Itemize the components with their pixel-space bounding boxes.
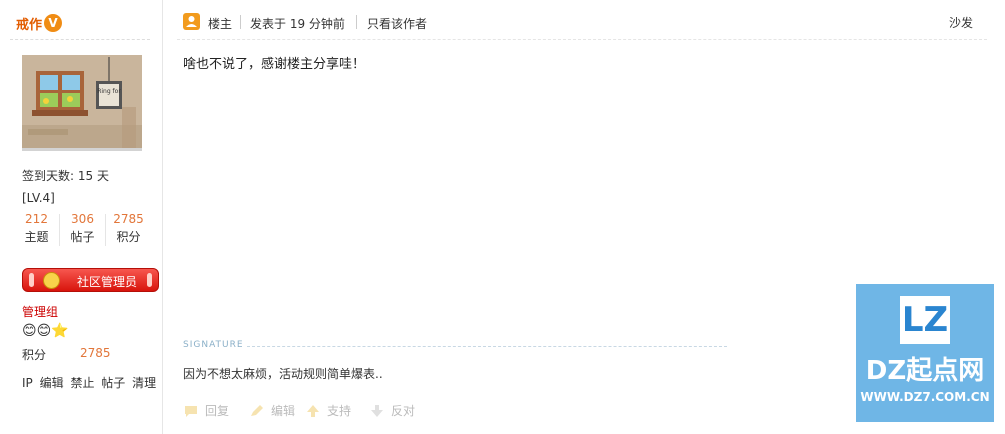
signature-text: 因为不想太麻烦，活动规则简单爆表..: [183, 367, 383, 381]
stat-threads[interactable]: 212 主题: [14, 212, 59, 245]
stat-value: 306: [71, 212, 94, 226]
admin-link-edit[interactable]: 编辑: [40, 376, 64, 390]
floor-number[interactable]: 沙发: [949, 14, 973, 31]
avatar-sign-text: Ring for: [97, 88, 121, 95]
stat-value: 212: [25, 212, 48, 226]
post-time: 发表于 19 分钟前: [250, 17, 345, 31]
divider: [247, 346, 727, 347]
admin-button-label: 社区管理员: [77, 275, 138, 289]
watermark-logo: LZ: [900, 296, 950, 344]
user-group[interactable]: 管理组: [22, 303, 58, 320]
admin-link-posts[interactable]: 帖子: [101, 376, 125, 390]
owner-label: 楼主: [208, 17, 233, 31]
user-stats: 212 主题 306 帖子 2785 积分: [14, 212, 150, 248]
reply-label: 回复: [205, 404, 230, 418]
thumb-up-icon: [305, 404, 321, 418]
signature-heading: SIGNATURE: [183, 340, 244, 350]
rank-stars-icon: 😊😊⭐: [22, 323, 69, 339]
community-admin-button[interactable]: 社区管理员: [22, 268, 159, 292]
stat-label: 积分: [116, 230, 141, 244]
divider: [177, 39, 987, 40]
watermark-url: WWW.DZ7.COM.CN: [860, 390, 990, 404]
checkin-days: 签到天数: 15 天: [22, 169, 109, 183]
stat-points[interactable]: 2785 积分: [106, 212, 151, 245]
avatar-illustration: Ring for: [22, 55, 142, 148]
reply-button[interactable]: 回复: [183, 402, 229, 419]
crown-icon: [43, 272, 60, 289]
stat-label: 主题: [24, 230, 49, 244]
support-label: 支持: [327, 404, 352, 418]
only-author-link[interactable]: 只看该作者: [367, 15, 427, 32]
verified-icon: V: [44, 14, 62, 32]
admin-link-clean[interactable]: 清理: [132, 376, 156, 390]
user-level: [LV.4]: [22, 191, 55, 205]
post-content: 啥也不说了，感谢楼主分享哇！: [183, 57, 366, 72]
edit-label: 编辑: [271, 404, 296, 418]
score-label: 积分: [22, 348, 47, 362]
oppose-label: 反对: [391, 404, 416, 418]
avatar[interactable]: Ring for: [22, 55, 142, 151]
stat-label: 帖子: [70, 230, 95, 244]
button-cap: [29, 273, 34, 287]
reply-icon: [183, 404, 199, 418]
thumb-down-icon: [369, 404, 385, 418]
score-value: 2785: [80, 346, 111, 360]
stat-value: 2785: [113, 212, 144, 226]
divider: [356, 15, 357, 29]
author-name[interactable]: 戒作: [16, 14, 42, 33]
admin-link-ban[interactable]: 禁止: [70, 376, 94, 390]
watermark: LZ DZ起点网 WWW.DZ7.COM.CN: [856, 284, 994, 422]
edit-button[interactable]: 编辑: [249, 402, 295, 419]
admin-link-ip[interactable]: IP: [22, 376, 33, 390]
button-cap: [147, 273, 152, 287]
oppose-button[interactable]: 反对: [369, 402, 415, 419]
admin-links: IP 编辑 禁止 帖子 清理: [22, 374, 159, 391]
watermark-brand: DZ起点网: [865, 356, 985, 386]
author-sidebar: 戒作 V Ring for 签到天数: 15 天 [LV.4] 212 主题 3…: [0, 0, 163, 434]
pencil-icon: [249, 404, 265, 418]
stat-posts[interactable]: 306 帖子: [60, 212, 105, 245]
divider: [10, 39, 150, 40]
support-button[interactable]: 支持: [305, 402, 351, 419]
divider: [240, 15, 241, 29]
user-icon: [183, 13, 200, 30]
watermark-logo-text: LZ: [901, 300, 949, 340]
